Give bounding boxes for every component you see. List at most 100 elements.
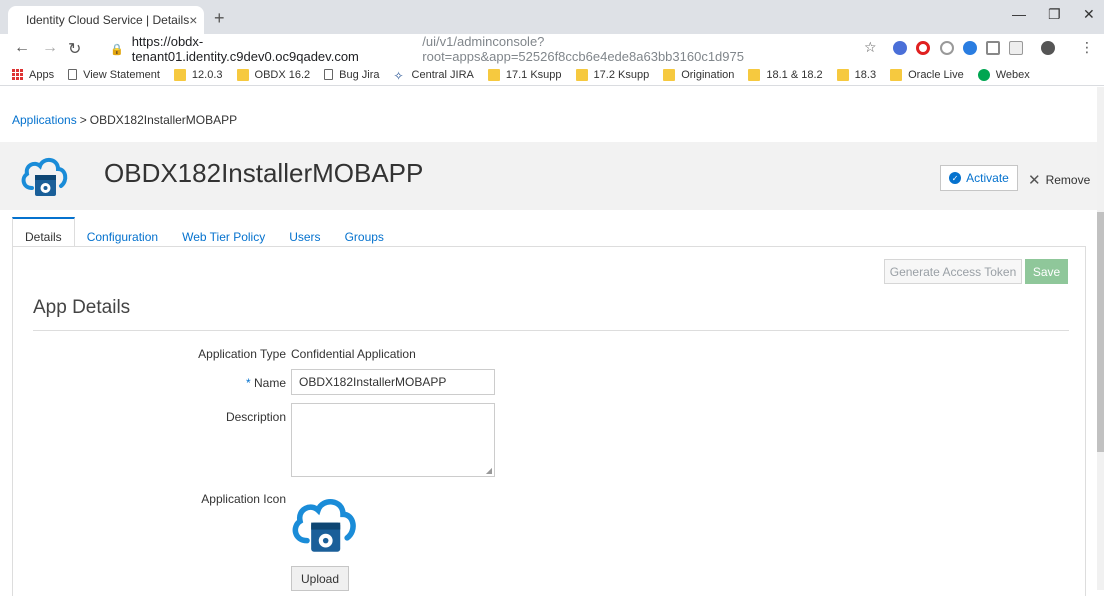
bookmark-label: 17.1 Ksupp bbox=[505, 68, 562, 81]
browser-toolbar: ← → ↻ 🔒 https://obdx-tenant01.identity.c… bbox=[0, 34, 1104, 64]
profile-avatar-icon[interactable] bbox=[1041, 41, 1055, 55]
bookmark-item[interactable]: 12.0.3 bbox=[173, 68, 223, 81]
breadcrumb-applications-link[interactable]: Applications bbox=[12, 113, 77, 127]
tab-groups[interactable]: Groups bbox=[333, 217, 396, 247]
required-marker: * bbox=[245, 376, 251, 390]
bookmark-label: 17.2 Ksupp bbox=[593, 68, 650, 81]
bookmark-item[interactable]: 17.1 Ksupp bbox=[487, 68, 562, 81]
screen-extension-icon[interactable] bbox=[1009, 41, 1023, 55]
folder-icon bbox=[748, 68, 761, 81]
minimize-icon[interactable]: — bbox=[1012, 6, 1026, 22]
folder-icon bbox=[487, 68, 500, 81]
bookmark-item[interactable]: 18.1 & 18.2 bbox=[748, 68, 823, 81]
bookmark-label: 12.0.3 bbox=[191, 68, 223, 81]
page-icon bbox=[68, 69, 78, 80]
bookmark-label: Origination bbox=[681, 68, 735, 81]
bookmark-label: Central JIRA bbox=[411, 68, 474, 81]
remove-label: Remove bbox=[1045, 173, 1091, 187]
tab-configuration[interactable]: Configuration bbox=[75, 217, 170, 247]
application-icon-preview bbox=[292, 499, 356, 552]
folder-icon bbox=[836, 68, 849, 81]
name-label: Name bbox=[253, 376, 286, 390]
name-label-row: * Name bbox=[126, 376, 286, 390]
folder-icon bbox=[173, 68, 186, 81]
bookmark-label: Bug Jira bbox=[339, 68, 380, 81]
bookmark-label: OBDX 16.2 bbox=[254, 68, 311, 81]
app-type-value: Confidential Application bbox=[291, 347, 416, 361]
bookmark-label: 18.3 bbox=[854, 68, 877, 81]
webex-icon bbox=[977, 68, 990, 81]
tab-details[interactable]: Details bbox=[12, 217, 75, 247]
restore-icon[interactable]: ❐ bbox=[1048, 6, 1061, 23]
detail-tabs: Details Configuration Web Tier Policy Us… bbox=[12, 217, 396, 247]
activate-label: Activate bbox=[966, 171, 1009, 185]
url-host: https://obdx-tenant01.identity.c9dev0.oc… bbox=[131, 34, 359, 64]
upload-button[interactable]: Upload bbox=[291, 566, 349, 591]
tab-close-icon[interactable]: × bbox=[189, 12, 197, 28]
app-type-label: Application Type bbox=[198, 347, 286, 361]
bookmark-label: Oracle Live bbox=[908, 68, 964, 81]
application-icon-label: Application Icon bbox=[201, 492, 286, 506]
window-close-icon[interactable]: ✕ bbox=[1083, 6, 1095, 23]
bookmarks-bar: Apps View Statement 12.0.3 OBDX 16.2 Bug… bbox=[0, 64, 1104, 86]
save-button[interactable]: Save bbox=[1025, 259, 1068, 284]
bookmark-item[interactable]: View Statement bbox=[68, 69, 160, 81]
page-content: Applications > OBDX182InstallerMOBAPP OBDX… bbox=[0, 87, 1097, 596]
bookmark-item[interactable]: OBDX 16.2 bbox=[236, 68, 311, 81]
reload-icon[interactable]: ↻ bbox=[68, 39, 81, 59]
bookmark-item[interactable]: 17.2 Ksupp bbox=[575, 68, 650, 81]
page-scrollbar[interactable] bbox=[1097, 87, 1104, 590]
menu-kebab-icon[interactable]: ⋮ bbox=[1080, 39, 1094, 56]
folder-icon bbox=[663, 68, 676, 81]
jira-icon: ✧ bbox=[393, 68, 404, 83]
activate-button[interactable]: ✓ Activate bbox=[940, 165, 1018, 191]
section-divider bbox=[33, 330, 1069, 331]
browser-tab-title: Identity Cloud Service | Details bbox=[26, 13, 190, 27]
tab-web-tier-policy[interactable]: Web Tier Policy bbox=[170, 217, 277, 247]
check-circle-icon: ✓ bbox=[949, 172, 962, 184]
tab-users[interactable]: Users bbox=[277, 217, 332, 247]
bookmark-star-icon[interactable]: ☆ bbox=[864, 39, 877, 56]
breadcrumb: Applications > OBDX182InstallerMOBAPP bbox=[12, 113, 237, 127]
folder-icon bbox=[575, 68, 588, 81]
bookmark-item[interactable]: 18.3 bbox=[836, 68, 877, 81]
description-textarea[interactable]: ◢ bbox=[291, 403, 495, 477]
remove-button[interactable]: ✕ Remove bbox=[1028, 171, 1090, 189]
new-tab-icon[interactable]: + bbox=[214, 8, 225, 29]
browser-tab-strip: Identity Cloud Service | Details × + — ❐… bbox=[0, 0, 1104, 34]
opera-extension-icon[interactable] bbox=[916, 41, 930, 55]
breadcrumb-separator: > bbox=[79, 113, 87, 127]
breadcrumb-current: OBDX182InstallerMOBAPP bbox=[89, 113, 238, 127]
bookmark-label: View Statement bbox=[83, 68, 160, 81]
extension-icon[interactable] bbox=[893, 41, 907, 55]
bookmark-item[interactable]: ✧ Central JIRA bbox=[393, 68, 474, 83]
lock-icon: 🔒 bbox=[110, 43, 124, 56]
bookmark-item[interactable]: Apps bbox=[12, 69, 54, 81]
generate-access-token-button[interactable]: Generate Access Token bbox=[884, 259, 1022, 284]
app-cloud-icon bbox=[21, 158, 68, 196]
bookmark-label: 18.1 & 18.2 bbox=[766, 68, 823, 81]
browser-tab[interactable]: Identity Cloud Service | Details × bbox=[8, 6, 204, 34]
bookmark-label: Apps bbox=[29, 68, 55, 81]
section-title: App Details bbox=[33, 297, 131, 318]
bookmark-item[interactable]: Bug Jira bbox=[324, 68, 380, 81]
bookmark-item[interactable]: Origination bbox=[663, 68, 735, 81]
back-icon[interactable]: ← bbox=[14, 39, 30, 57]
name-input[interactable] bbox=[291, 369, 495, 395]
address-bar[interactable]: 🔒 https://obdx-tenant01.identity.c9dev0.… bbox=[96, 34, 854, 64]
blue-extension-icon[interactable] bbox=[963, 41, 977, 55]
app-title: OBDX182InstallerMOBAPP bbox=[104, 158, 424, 188]
app-header: OBDX182InstallerMOBAPP ✓ Activate ✕ Remo… bbox=[0, 142, 1097, 210]
camera-extension-icon[interactable] bbox=[986, 41, 1000, 55]
description-label: Description bbox=[225, 410, 286, 424]
bookmark-item[interactable]: Oracle Live bbox=[890, 68, 964, 81]
forward-icon[interactable]: → bbox=[42, 39, 58, 57]
folder-icon bbox=[890, 68, 903, 81]
scrollbar-thumb[interactable] bbox=[1097, 212, 1104, 452]
bookmark-item[interactable]: Webex bbox=[977, 68, 1030, 81]
url-path: /ui/v1/adminconsole?root=apps&app=52526f… bbox=[422, 34, 744, 64]
resize-grip-icon[interactable]: ◢ bbox=[486, 466, 492, 475]
extension-circle-icon[interactable] bbox=[940, 41, 954, 55]
bookmark-label: Webex bbox=[995, 68, 1030, 81]
page-icon bbox=[324, 69, 334, 80]
